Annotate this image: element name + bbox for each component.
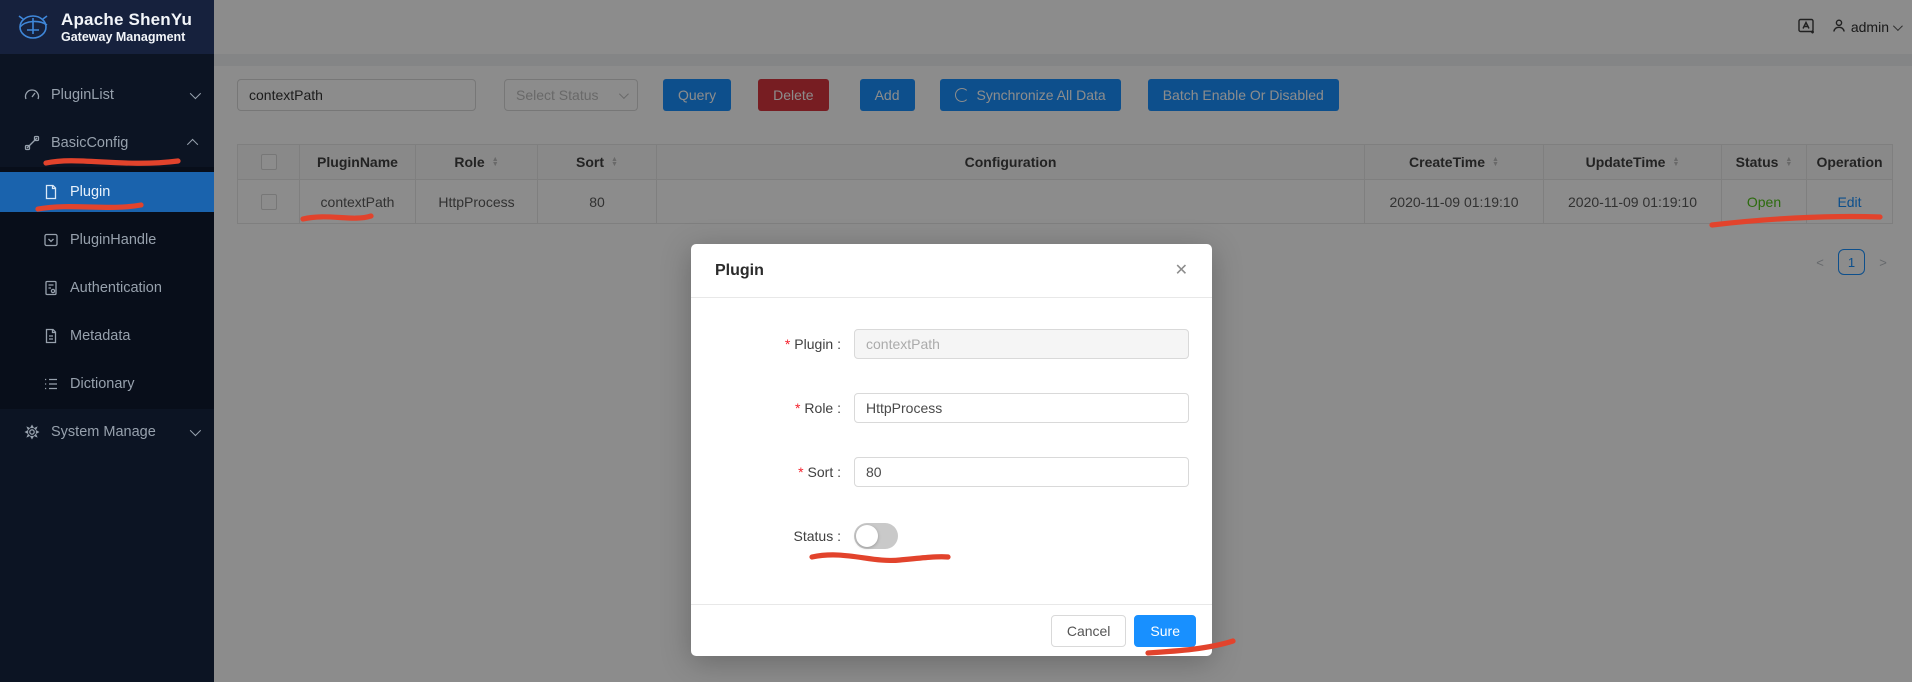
sidebar-item-system-manage[interactable]: System Manage (0, 412, 214, 452)
sort-field-label: Sort : (807, 464, 841, 480)
plugin-field-row: * Plugin : (691, 329, 1212, 359)
dashboard-icon (24, 87, 40, 103)
status-field-row: Status : (691, 521, 1212, 551)
gear-icon (24, 424, 40, 440)
basicconfig-submenu: Plugin PluginHandle Authentication Metad… (0, 167, 214, 409)
sidebar: Apache ShenYu Gateway Managment PluginLi… (0, 0, 214, 682)
sort-field[interactable] (854, 457, 1189, 487)
sidebar-item-pluginhandle[interactable]: PluginHandle (0, 220, 214, 260)
required-mark: * (784, 336, 791, 352)
plugin-name-field[interactable] (854, 329, 1189, 359)
required-mark: * (794, 400, 801, 416)
sidebar-item-pluginlist[interactable]: PluginList (0, 75, 214, 115)
logo: Apache ShenYu Gateway Managment (0, 0, 214, 54)
plugin-field-label: Plugin : (794, 336, 841, 352)
id-card-icon (43, 280, 59, 296)
sidebar-item-authentication[interactable]: Authentication (0, 268, 214, 308)
sort-field-row: * Sort : (691, 457, 1212, 487)
sidebar-item-label: PluginList (51, 87, 114, 103)
sidebar-item-label: Metadata (70, 328, 131, 344)
sidebar-item-label: Plugin (70, 184, 111, 200)
file-text-icon (43, 328, 59, 344)
sidebar-item-dictionary[interactable]: Dictionary (0, 364, 214, 404)
chevron-down-icon (189, 424, 202, 437)
shenyu-logo-icon (14, 10, 52, 44)
chevron-down-icon (189, 87, 202, 100)
sidebar-item-label: Dictionary (70, 376, 135, 392)
app-title: Apache ShenYu (61, 10, 193, 30)
plugin-modal: Plugin ✕ *Plugin : *Role : *Sort : Statu… (691, 244, 1212, 656)
sidebar-item-label: PluginHandle (70, 232, 157, 248)
app-subtitle: Gateway Managment (61, 29, 186, 44)
modal-title: Plugin (715, 261, 764, 279)
select-box-icon (43, 232, 59, 248)
cancel-button[interactable]: Cancel (1050, 614, 1127, 647)
sidebar-item-label: Authentication (70, 280, 162, 296)
file-icon (43, 184, 59, 200)
sidebar-item-plugin[interactable]: Plugin (0, 172, 214, 212)
role-field-row: * Role : (691, 393, 1212, 423)
status-toggle[interactable] (854, 523, 898, 549)
close-icon[interactable]: ✕ (1175, 262, 1188, 279)
status-field-label: Status : (793, 528, 841, 544)
sidebar-menu: PluginList BasicConfig Plugin PluginHand… (0, 54, 214, 452)
sidebar-item-basicconfig[interactable]: BasicConfig (0, 123, 214, 163)
sidebar-item-metadata[interactable]: Metadata (0, 316, 214, 356)
sidebar-item-label: System Manage (51, 424, 156, 440)
list-icon (43, 376, 59, 392)
role-field-label: Role : (804, 400, 841, 416)
sidebar-item-label: BasicConfig (51, 135, 129, 151)
api-icon (24, 135, 40, 151)
role-field[interactable] (854, 393, 1189, 423)
required-mark: * (798, 464, 804, 480)
sure-button[interactable]: Sure (1134, 614, 1196, 647)
